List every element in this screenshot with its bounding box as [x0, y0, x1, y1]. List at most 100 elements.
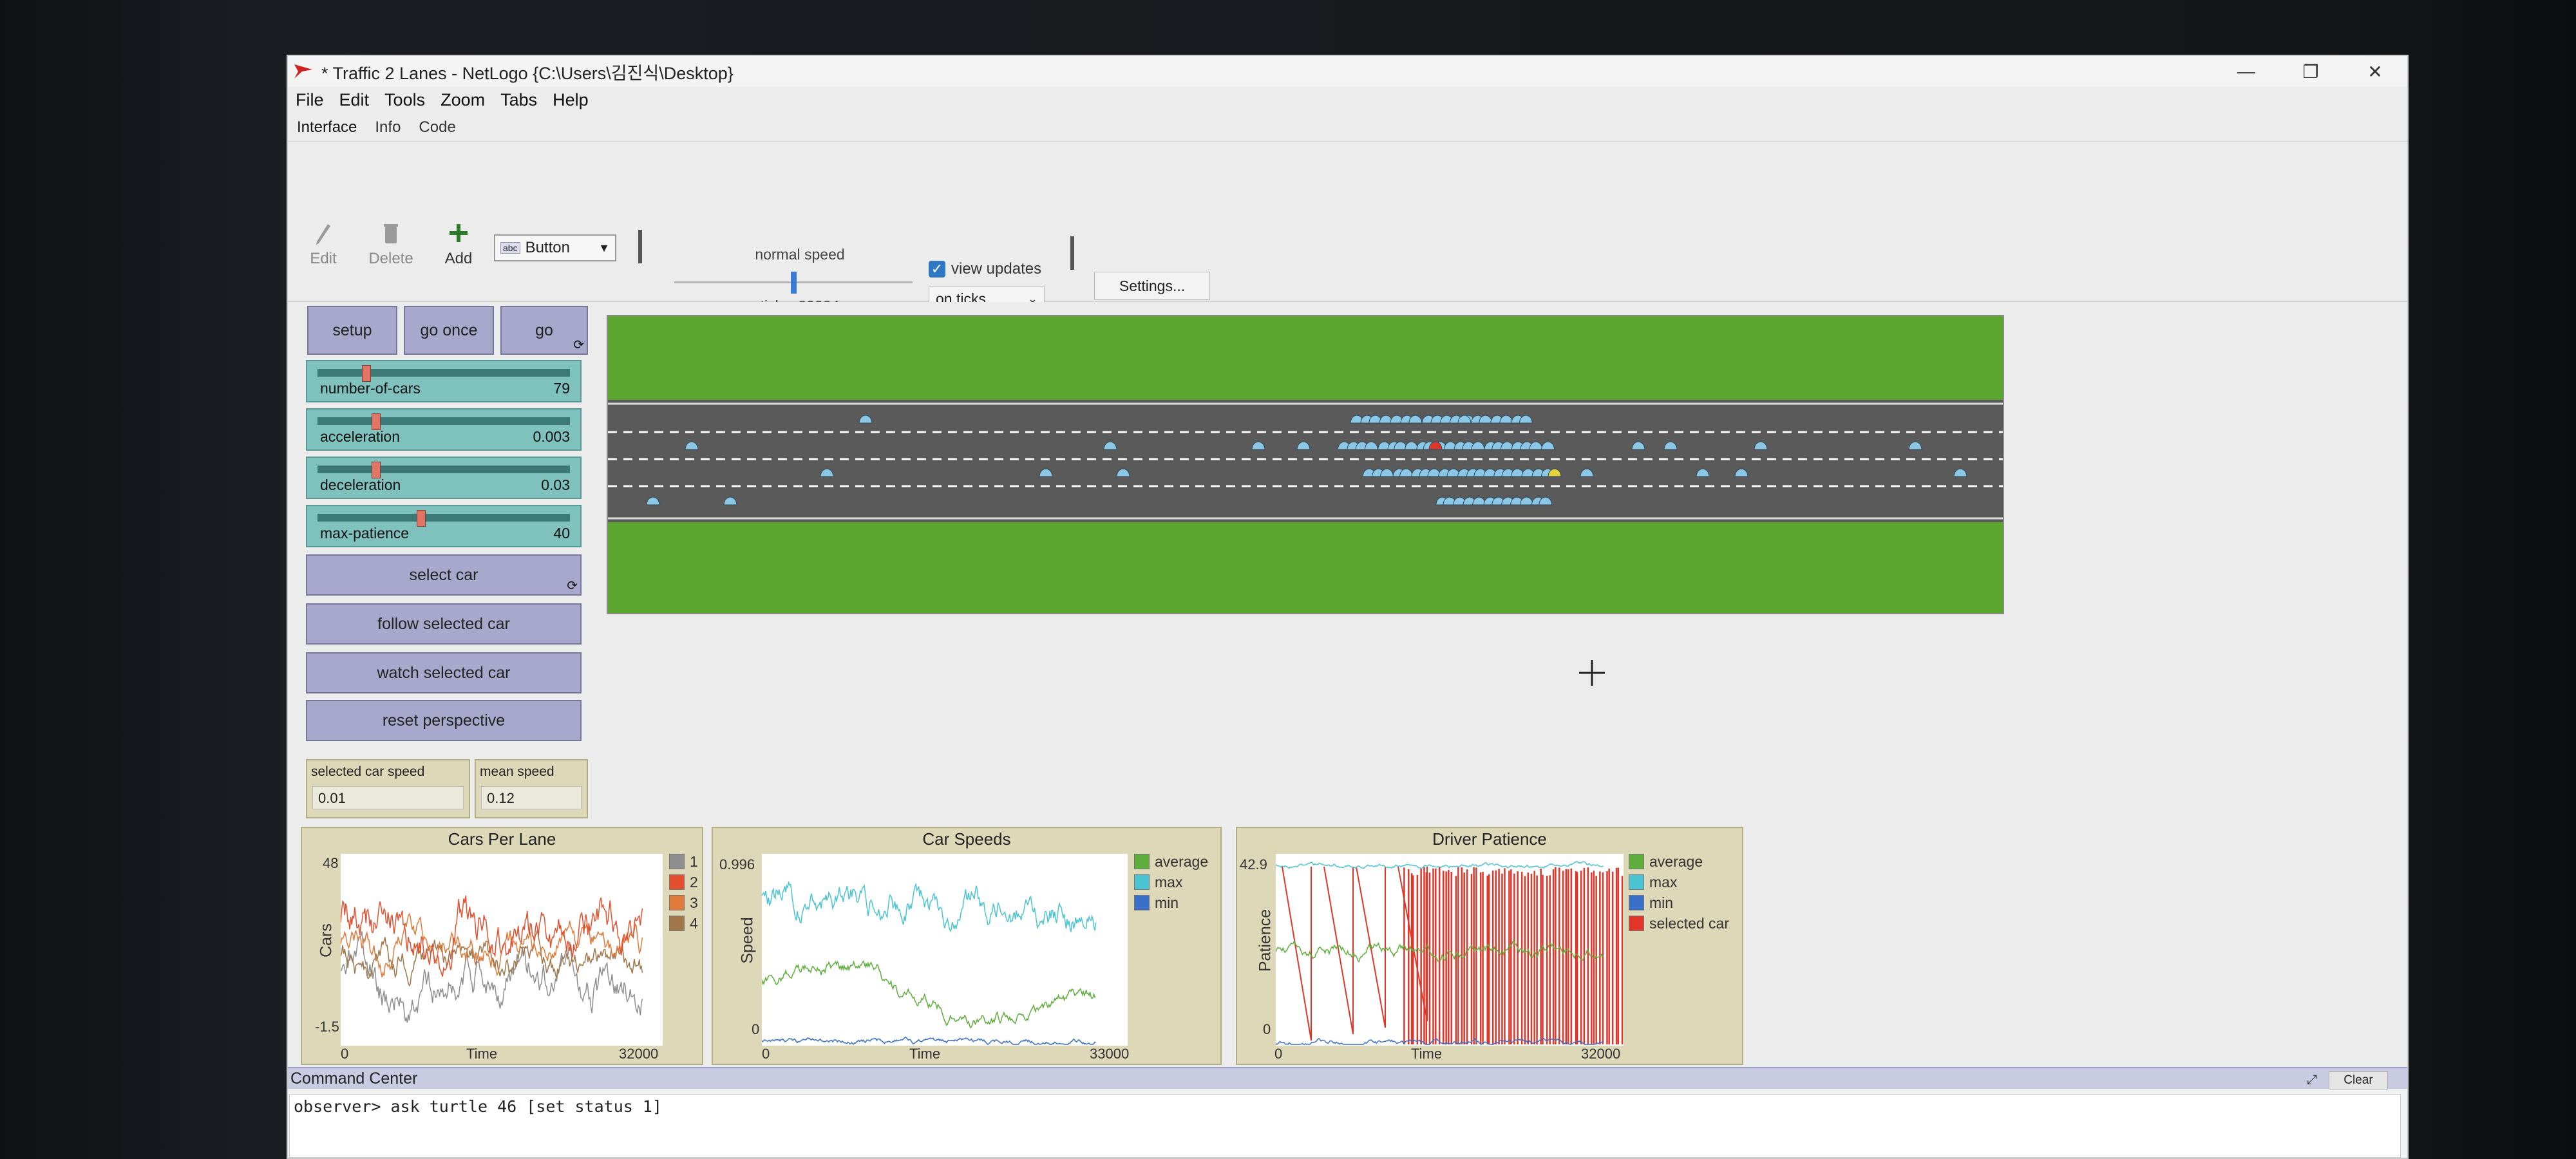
tab-interface[interactable]: Interface — [288, 118, 366, 137]
delete-tool[interactable]: Delete — [362, 220, 420, 268]
interface-area: setup go once go ⟳ number-of-cars 79 acc… — [288, 302, 2407, 1118]
reset-perspective-label: reset perspective — [382, 711, 506, 730]
legend-swatch — [1629, 874, 1644, 890]
plot-pen-line — [761, 960, 1096, 1029]
slider-number-of-cars[interactable]: number-of-cars 79 — [306, 360, 582, 402]
legend-swatch — [669, 854, 685, 869]
plot-ymax: 0.996 — [719, 856, 755, 872]
go-once-label: go once — [420, 321, 478, 339]
plot-title: Cars Per Lane — [448, 829, 556, 849]
go-button[interactable]: go ⟳ — [500, 306, 588, 355]
select-car-button[interactable]: select car ⟳ — [306, 554, 582, 596]
legend-swatch — [1134, 854, 1150, 869]
plot-ymin: -1.5 — [315, 1019, 339, 1035]
legend-label: selected car — [1649, 914, 1730, 932]
menu-tabs[interactable]: Tabs — [493, 90, 545, 110]
tab-code[interactable]: Code — [410, 118, 464, 137]
command-center-output: observer> ask turtle 46 [set status 1] — [289, 1094, 2401, 1158]
world-view[interactable] — [607, 315, 2004, 614]
plot-pen-line — [761, 1036, 1096, 1045]
plus-icon — [450, 224, 468, 242]
watch-selected-car-label: watch selected car — [377, 663, 511, 682]
toolbar-separator — [1070, 236, 1074, 270]
speed-slider-thumb[interactable] — [791, 272, 797, 294]
plot-xmin: 0 — [1274, 1046, 1283, 1062]
plot-pens — [1275, 861, 1624, 1045]
plot-ylabel: Speed — [738, 917, 757, 964]
go-once-button[interactable]: go once — [404, 306, 494, 355]
slider-deceleration[interactable]: deceleration 0.03 — [306, 457, 582, 499]
slider-thumb[interactable] — [416, 510, 426, 527]
slider-track — [317, 369, 570, 377]
slider-max-patience[interactable]: max-patience 40 — [306, 505, 582, 547]
plot-ymin: 0 — [752, 1021, 760, 1037]
settings-button[interactable]: Settings... — [1094, 272, 1210, 300]
menu-tools[interactable]: Tools — [377, 90, 433, 110]
menu-file[interactable]: File — [288, 90, 332, 110]
clear-button[interactable]: Clear — [2329, 1071, 2388, 1089]
plot-pens — [340, 895, 643, 1023]
legend-swatch — [669, 895, 685, 910]
reset-perspective-button[interactable]: reset perspective — [306, 700, 582, 741]
legend-item: max — [1629, 872, 1742, 892]
view-updates-checkbox[interactable]: ✓ — [929, 261, 945, 278]
close-button[interactable]: ✕ — [2343, 56, 2407, 87]
window-title: * Traffic 2 Lanes - NetLogo {C:\Users\김진… — [321, 63, 734, 83]
plot-ymax: 42.9 — [1240, 856, 1267, 872]
edit-tool[interactable]: Edit — [294, 220, 352, 268]
legend-item: 3 — [669, 892, 698, 913]
monitor-label: selected car speed — [311, 764, 425, 779]
legend-item: 2 — [669, 872, 698, 892]
command-center-title: Command Center — [290, 1069, 418, 1088]
plot-xlabel: Time — [909, 1046, 941, 1062]
netlogo-logo-icon — [294, 64, 312, 79]
follow-selected-car-label: follow selected car — [377, 614, 510, 633]
watch-selected-car-button[interactable]: watch selected car — [306, 652, 582, 693]
plot-pen-line — [761, 880, 1097, 932]
plot-legend: average max min selected car — [1629, 851, 1742, 934]
plot-legend: 1 2 3 4 — [669, 851, 698, 934]
plot-legend: average max min — [1134, 851, 1208, 913]
plot-title: Driver Patience — [1432, 829, 1547, 849]
legend-swatch — [1134, 874, 1150, 890]
plot-ymin: 0 — [1263, 1021, 1271, 1037]
slider-label: max-patience — [320, 525, 410, 542]
legend-label: max — [1155, 873, 1183, 890]
legend-label: min — [1649, 894, 1674, 911]
legend-label: 1 — [690, 853, 698, 870]
minimize-button[interactable]: — — [2214, 56, 2278, 87]
plot-xmax: 33000 — [1090, 1046, 1130, 1062]
menu-help[interactable]: Help — [545, 90, 596, 110]
restore-button[interactable]: ❐ — [2278, 56, 2343, 87]
plot-cars-per-lane: Cars Per Lane 48 -1.5 Cars 0 Time 32000 … — [301, 827, 703, 1065]
menu-edit[interactable]: Edit — [332, 90, 377, 110]
plot-xmax: 32000 — [619, 1046, 659, 1062]
slider-value: 40 — [553, 525, 570, 542]
legend-item: 1 — [669, 851, 698, 872]
legend-label: 4 — [690, 914, 698, 932]
plot-driver-patience: Driver Patience 42.9 0 Patience 0 Time 3… — [1236, 827, 1743, 1065]
follow-selected-car-button[interactable]: follow selected car — [306, 603, 582, 645]
crosshair-cursor-icon — [1579, 660, 1605, 686]
slider-label: number-of-cars — [320, 380, 421, 397]
tab-info[interactable]: Info — [366, 118, 410, 137]
monitor-label: mean speed — [480, 764, 554, 779]
command-center: Command Center ⤢ Clear observer> ask tur… — [288, 1067, 2407, 1158]
slider-acceleration[interactable]: acceleration 0.003 — [306, 408, 582, 451]
widget-type-dropdown[interactable]: abc Button ▼ — [494, 234, 616, 261]
add-label: Add — [444, 250, 473, 267]
add-tool[interactable]: Add — [430, 220, 488, 268]
button-widget-icon: abc — [500, 242, 520, 254]
monitor-value: 0.01 — [312, 786, 464, 809]
netlogo-window: * Traffic 2 Lanes - NetLogo {C:\Users\김진… — [287, 55, 2409, 1159]
expand-icon[interactable]: ⤢ — [2304, 1071, 2320, 1088]
setup-button[interactable]: setup — [307, 306, 397, 355]
legend-label: 3 — [690, 894, 698, 911]
menu-zoom[interactable]: Zoom — [433, 90, 493, 110]
plot-xlabel: Time — [466, 1046, 498, 1062]
speed-label: normal speed — [755, 246, 845, 263]
edit-label: Edit — [310, 250, 337, 267]
legend-item: average — [1629, 851, 1742, 872]
plot-xmin: 0 — [762, 1046, 770, 1062]
tab-bar: Interface Info Code — [288, 114, 2407, 142]
